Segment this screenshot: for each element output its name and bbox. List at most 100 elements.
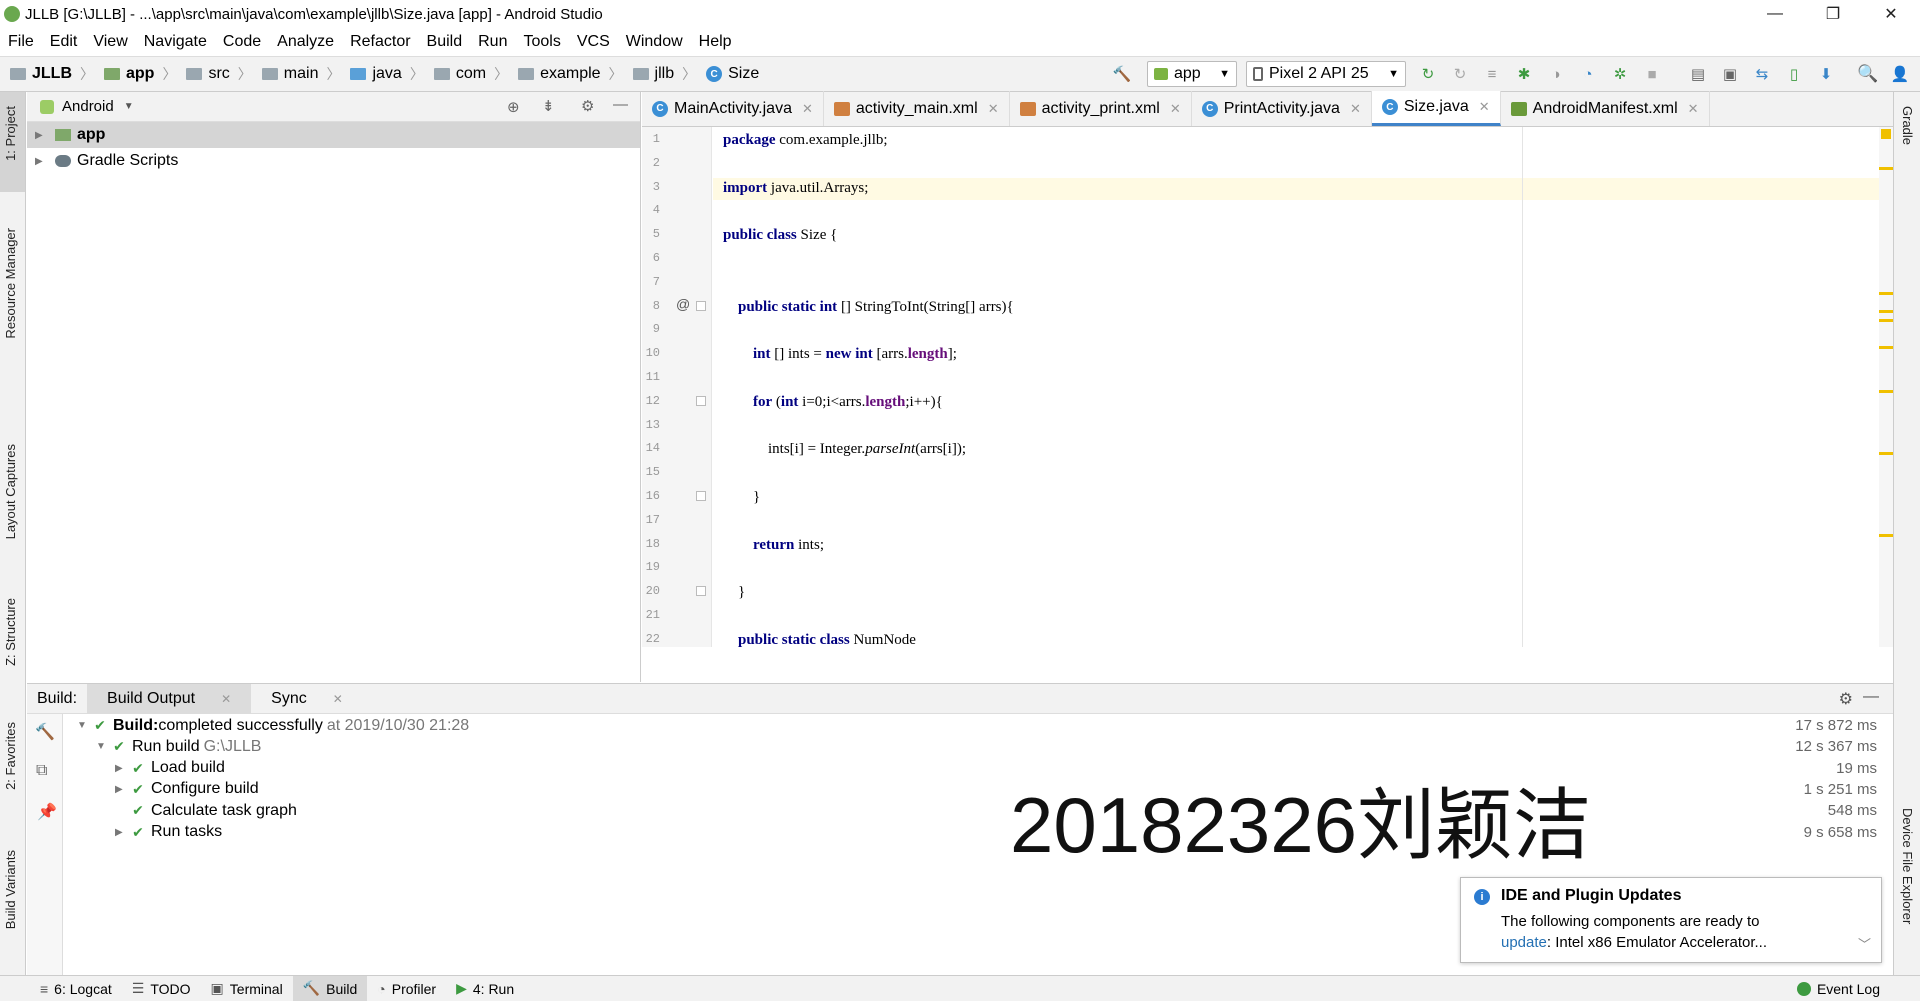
- menu-navigate[interactable]: Navigate: [136, 33, 215, 51]
- build-hammer-icon[interactable]: 🔨: [35, 722, 55, 742]
- breadcrumb-main[interactable]: main 〉: [261, 64, 340, 84]
- tool-build[interactable]: 🔨 Build: [292, 975, 368, 1001]
- close-icon[interactable]: ✕: [323, 692, 353, 706]
- device-select[interactable]: Pixel 2 API 25 ▼: [1246, 61, 1406, 87]
- fold-marker-icon[interactable]: [696, 395, 706, 406]
- account-icon[interactable]: 👤: [1890, 64, 1910, 84]
- tab-activity-main-xml[interactable]: activity_main.xml ✕: [824, 91, 1010, 126]
- close-icon[interactable]: ✕: [1479, 99, 1490, 115]
- build-tree-row[interactable]: ▶ ✔ Load build: [115, 758, 225, 779]
- expand-arrow-icon[interactable]: ▶: [115, 827, 131, 838]
- breadcrumb-java[interactable]: java 〉: [350, 64, 424, 84]
- fold-marker-icon[interactable]: [696, 491, 706, 501]
- warning-marker[interactable]: [1879, 292, 1893, 295]
- run-configuration-select[interactable]: app ▼: [1147, 61, 1237, 87]
- stripe-gradle[interactable]: Gradle: [1900, 106, 1915, 145]
- expand-arrow-icon[interactable]: ▶: [35, 130, 49, 141]
- chevron-down-icon[interactable]: ▼: [124, 101, 134, 112]
- apply-changes-icon[interactable]: ≡: [1482, 64, 1502, 84]
- close-icon[interactable]: ✕: [988, 101, 999, 117]
- fold-marker-icon[interactable]: [696, 300, 706, 311]
- close-button[interactable]: ✕: [1862, 0, 1920, 28]
- menu-vcs[interactable]: VCS: [569, 33, 618, 51]
- warning-marker[interactable]: [1879, 452, 1893, 455]
- breadcrumb-src[interactable]: src 〉: [186, 64, 252, 84]
- close-icon[interactable]: ✕: [211, 692, 241, 706]
- editor-scrollbar[interactable]: [1879, 127, 1893, 647]
- project-view-select[interactable]: Android: [62, 98, 114, 115]
- warning-marker[interactable]: [1879, 390, 1893, 393]
- stripe-build-variants[interactable]: Build Variants: [3, 850, 18, 929]
- run-with-coverage-icon[interactable]: ◑: [1546, 64, 1566, 84]
- menu-window[interactable]: Window: [618, 33, 691, 51]
- stripe-project[interactable]: 1: Project: [3, 106, 18, 161]
- menu-refactor[interactable]: Refactor: [342, 33, 418, 51]
- expand-arrow-icon[interactable]: ▶: [115, 763, 131, 774]
- tool-todo[interactable]: ☰ TODO: [122, 976, 201, 1001]
- breadcrumb-size[interactable]: C Size: [706, 65, 759, 83]
- close-icon[interactable]: ✕: [802, 101, 813, 117]
- minimize-button[interactable]: —: [1746, 0, 1804, 28]
- code-area[interactable]: package com.example.jllb; import java.uti…: [713, 127, 1883, 647]
- toggle-view-icon[interactable]: ⧉: [36, 762, 47, 780]
- menu-analyze[interactable]: Analyze: [269, 33, 342, 51]
- restore-button[interactable]: ❐: [1804, 0, 1862, 28]
- avd-manager-icon[interactable]: ▯: [1784, 64, 1804, 84]
- tab-androidmanifest-xml[interactable]: AndroidManifest.xml ✕: [1501, 91, 1710, 126]
- build-tree-row[interactable]: ▶ ✔ Run tasks: [115, 822, 222, 843]
- expand-arrow-icon[interactable]: ▼: [77, 720, 93, 731]
- pin-icon[interactable]: 📌: [37, 802, 57, 822]
- gear-icon[interactable]: ⚙: [581, 97, 594, 115]
- hide-panel-icon[interactable]: —: [613, 96, 628, 113]
- debug-icon[interactable]: ✱: [1514, 64, 1534, 84]
- sdk-manager-icon[interactable]: ⬇: [1816, 64, 1836, 84]
- collapse-all-icon[interactable]: ⇟: [542, 97, 555, 115]
- locate-file-icon[interactable]: ⊕: [507, 98, 520, 116]
- menu-run[interactable]: Run: [470, 33, 515, 51]
- close-icon[interactable]: ✕: [1170, 101, 1181, 117]
- breadcrumb-module[interactable]: app 〉: [104, 64, 176, 84]
- layout-inspector-icon[interactable]: ▣: [1720, 64, 1740, 84]
- apply-changes-restart-icon[interactable]: ↻: [1418, 64, 1438, 84]
- menu-code[interactable]: Code: [215, 33, 269, 51]
- tab-printactivity-java[interactable]: C PrintActivity.java ✕: [1192, 91, 1372, 126]
- implements-marker-icon[interactable]: @: [676, 296, 690, 312]
- close-icon[interactable]: ✕: [1350, 101, 1361, 117]
- tool-terminal[interactable]: ▣ Terminal: [201, 976, 293, 1001]
- stripe-layout-captures[interactable]: Layout Captures: [3, 444, 18, 539]
- warning-marker[interactable]: [1879, 167, 1893, 170]
- profile-icon[interactable]: ◔: [1578, 64, 1598, 84]
- sync-gradle-icon[interactable]: ⇆: [1752, 64, 1772, 84]
- event-log-button[interactable]: Event Log: [1787, 976, 1890, 1001]
- search-everywhere-icon[interactable]: 🔍: [1857, 64, 1878, 84]
- hide-panel-icon[interactable]: —: [1863, 688, 1879, 706]
- stripe-favorites[interactable]: 2: Favorites: [3, 722, 18, 790]
- tab-build-output[interactable]: Build Output ✕: [87, 683, 252, 714]
- warning-marker[interactable]: [1879, 319, 1893, 322]
- tool-profiler[interactable]: ◔ Profiler: [367, 976, 446, 1001]
- build-tree-row[interactable]: ✔ Calculate task graph: [115, 800, 297, 821]
- menu-view[interactable]: View: [85, 33, 135, 51]
- tab-mainactivity-java[interactable]: C MainActivity.java ✕: [642, 91, 824, 126]
- tool-logcat[interactable]: ≡ 6: Logcat: [30, 976, 122, 1001]
- menu-help[interactable]: Help: [691, 33, 740, 51]
- menu-tools[interactable]: Tools: [515, 33, 568, 51]
- expand-arrow-icon[interactable]: ▶: [115, 784, 131, 795]
- breadcrumb-project[interactable]: JLLB 〉: [10, 64, 94, 84]
- inspection-status-icon[interactable]: [1881, 129, 1891, 139]
- close-icon[interactable]: ✕: [1688, 101, 1699, 117]
- stop-icon[interactable]: ■: [1642, 64, 1662, 84]
- tree-item-app[interactable]: ▶ app: [27, 122, 640, 148]
- make-project-hammer-icon[interactable]: 🔨: [1112, 64, 1132, 84]
- chevron-down-icon[interactable]: ﹀: [1858, 934, 1871, 953]
- build-tree-row[interactable]: ▶ ✔ Configure build: [115, 779, 259, 800]
- menu-file[interactable]: File: [0, 33, 42, 51]
- warning-marker[interactable]: [1879, 310, 1893, 313]
- expand-arrow-icon[interactable]: ▶: [35, 156, 49, 167]
- tab-activity-print-xml[interactable]: activity_print.xml ✕: [1010, 91, 1192, 126]
- expand-arrow-icon[interactable]: ▼: [96, 741, 112, 752]
- build-tree-row[interactable]: ▼ ✔ Build: completed successfully at 2019/1…: [77, 715, 469, 736]
- breadcrumb-example[interactable]: example 〉: [518, 64, 623, 84]
- breadcrumb-com[interactable]: com 〉: [433, 64, 508, 84]
- breadcrumb-jllb[interactable]: jllb 〉: [632, 64, 696, 84]
